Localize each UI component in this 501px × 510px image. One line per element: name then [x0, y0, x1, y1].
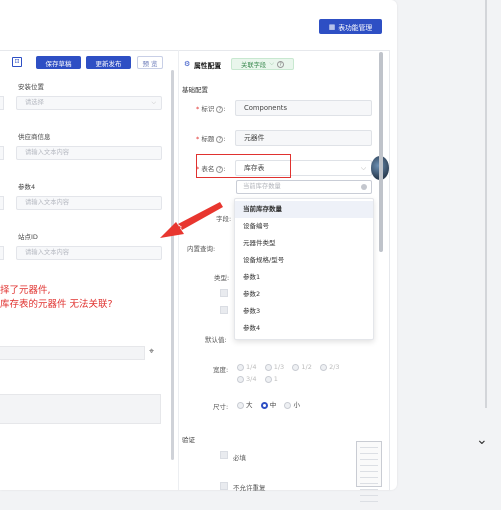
- dropdown-item[interactable]: 当前库存数量: [235, 201, 373, 218]
- location-input[interactable]: [0, 346, 145, 360]
- left-edge-input[interactable]: [0, 96, 4, 110]
- prop-label-builtin-query: 内置查询:: [187, 245, 216, 253]
- layout-icon[interactable]: ⊡: [12, 57, 22, 67]
- unique-label: 不允许重复: [233, 484, 266, 492]
- install-location-select[interactable]: 请选择 ⌵: [16, 96, 162, 110]
- unique-checkbox[interactable]: [220, 482, 228, 490]
- dropdown-item[interactable]: 参数1: [235, 269, 373, 286]
- location-pin-icon[interactable]: ⌖: [149, 347, 154, 357]
- highlight-rectangle: [196, 154, 291, 178]
- radio[interactable]: [264, 375, 272, 383]
- save-draft-button[interactable]: 保存草稿: [36, 56, 81, 69]
- left-edge-input[interactable]: [0, 246, 4, 260]
- dropdown-item[interactable]: 元器件类型: [235, 235, 373, 252]
- settings-gear-icon: ⚙: [184, 60, 191, 68]
- table-function-management-button[interactable]: ▦ 表功能管理: [319, 19, 382, 34]
- designer-toolbar: ⊡ 保存草稿 更新发布 预 览: [0, 54, 175, 72]
- site-id-input[interactable]: 请输入文本内容: [16, 246, 162, 260]
- dropdown-item[interactable]: 参数4: [235, 320, 373, 337]
- red-arrow-icon: [160, 202, 223, 238]
- checkbox[interactable]: [220, 306, 228, 314]
- size-radio-group: 大 中 小: [237, 399, 306, 411]
- dropdown-item[interactable]: 参数2: [235, 286, 373, 303]
- help-icon: ?: [216, 135, 224, 143]
- radio[interactable]: [284, 401, 292, 409]
- textarea-field[interactable]: [0, 394, 161, 424]
- update-publish-button[interactable]: 更新发布: [86, 56, 131, 69]
- radio[interactable]: [320, 363, 328, 371]
- canvas-scrollbar[interactable]: [171, 70, 174, 460]
- right-scroll-track[interactable]: [485, 0, 487, 408]
- field-label-supplier: 供应商信息: [18, 133, 51, 141]
- field-dropdown-menu: 当前库存数量 设备编号 元器件类型 设备规格/型号 参数1 参数2 参数3 参数…: [234, 198, 374, 340]
- title-input[interactable]: 元器件: [235, 130, 372, 146]
- width-radio-group: 1/4 1/3 1/2 2/3 3/4 1: [237, 361, 367, 385]
- chevron-down-icon: ⌵: [360, 164, 366, 172]
- help-icon: ?: [216, 105, 224, 113]
- required-checkbox[interactable]: [220, 451, 228, 459]
- grid-icon: ▦: [328, 22, 336, 31]
- radio[interactable]: [237, 401, 244, 409]
- chevron-down-icon[interactable]: ⌄: [476, 432, 488, 448]
- radio[interactable]: [264, 363, 272, 371]
- chevron-down-icon: ⌵: [151, 99, 156, 106]
- section-validation: 验证: [182, 436, 195, 444]
- radio[interactable]: [237, 375, 244, 383]
- help-icon: ?: [276, 60, 284, 68]
- dropdown-item[interactable]: 设备编号: [235, 218, 373, 235]
- panel-title: 属性配置: [194, 62, 222, 70]
- dropdown-item[interactable]: 参数3: [235, 303, 373, 320]
- panel-scrollbar[interactable]: [379, 52, 383, 252]
- chevron-down-icon: ⌵: [269, 60, 274, 67]
- radio[interactable]: [237, 363, 244, 371]
- field-search-input[interactable]: 当前库存数量: [236, 180, 372, 194]
- section-basic-config: 基础配置: [182, 86, 208, 94]
- checkbox[interactable]: [220, 289, 228, 297]
- panel-divider: [178, 50, 179, 490]
- document-thumbnail[interactable]: [356, 441, 382, 502]
- radio-selected[interactable]: [260, 401, 268, 409]
- supplier-input[interactable]: 请输入文本内容: [16, 146, 162, 160]
- preview-button[interactable]: 预 览: [137, 56, 163, 69]
- field-label-param4: 参数4: [18, 183, 36, 191]
- prop-label-default: 默认值:: [205, 336, 227, 344]
- prop-label-size: 尺寸:: [213, 403, 229, 411]
- field-label-install-location: 安装位置: [18, 83, 44, 91]
- param4-input[interactable]: 请输入文本内容: [16, 196, 162, 210]
- annotation-note: 择了元器件, 库存表的元器件 无法关联?: [0, 285, 113, 310]
- left-edge-input[interactable]: [0, 196, 4, 210]
- prop-label-width: 宽度:: [213, 366, 229, 374]
- prop-label-title: * 标题 ?:: [196, 135, 226, 143]
- prop-label-type: 类型:: [214, 274, 230, 282]
- clear-icon[interactable]: [361, 184, 367, 190]
- dropdown-item[interactable]: 设备规格/型号: [235, 252, 373, 269]
- prop-label-id: * 标识 ?:: [196, 105, 226, 113]
- required-label: 必填: [233, 454, 246, 462]
- id-input[interactable]: Components: [235, 100, 372, 116]
- tab-related-field[interactable]: 关联字段 ⌵ ?: [231, 58, 294, 70]
- radio[interactable]: [292, 363, 300, 371]
- field-label-site-id: 站点ID: [18, 233, 38, 241]
- left-edge-input[interactable]: [0, 146, 4, 160]
